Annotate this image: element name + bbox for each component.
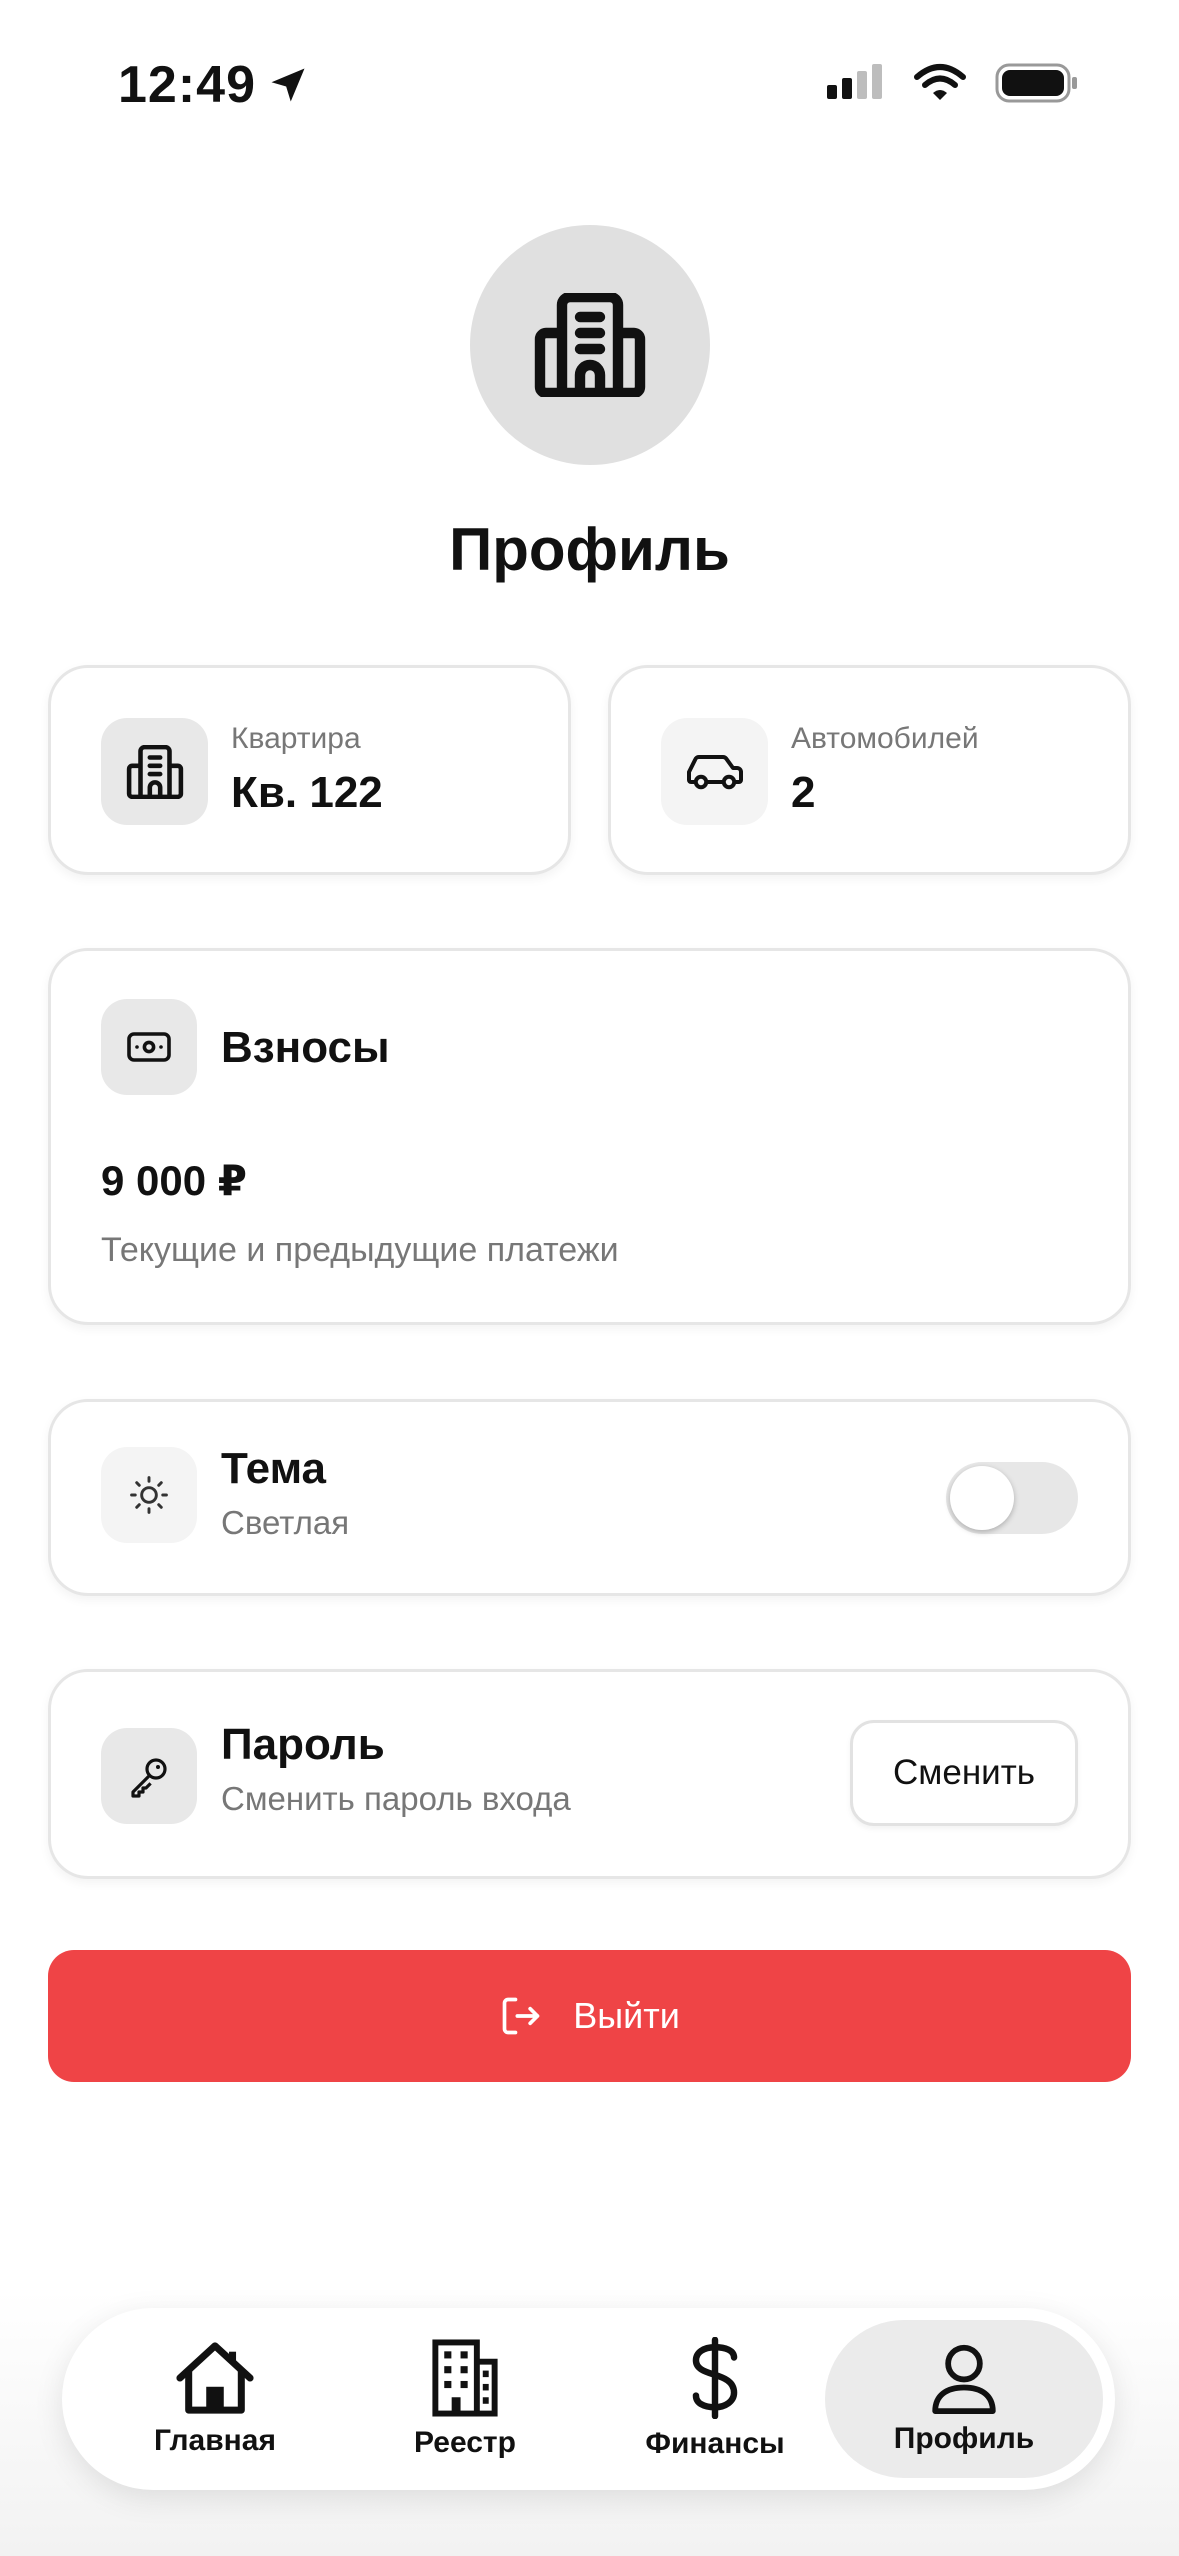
- theme-toggle-knob: [950, 1466, 1014, 1530]
- tab-home-label: Главная: [153, 2424, 276, 2457]
- theme-icon-box: [101, 1447, 197, 1543]
- building-icon: [432, 2339, 498, 2417]
- cars-value: 2: [791, 768, 816, 817]
- banknote-icon: [127, 1032, 171, 1062]
- home-icon: [176, 2342, 254, 2414]
- status-bar-icons: [825, 62, 1079, 104]
- wifi-icon: [914, 64, 966, 100]
- tab-profile-label: Профиль: [893, 2422, 1035, 2455]
- battery-icon: [995, 63, 1077, 103]
- cellular-signal-icon: [827, 64, 882, 99]
- tab-finance[interactable]: Финансы: [600, 2320, 830, 2478]
- cars-card[interactable]: Автомобилей 2: [608, 665, 1131, 875]
- key-icon: [131, 1758, 167, 1798]
- location-arrow-icon: [271, 68, 305, 102]
- fees-title: Взносы: [221, 1023, 390, 1072]
- tab-bar: Главная Реестр Финансы Профиль: [62, 2308, 1115, 2490]
- password-card: Пароль Сменить пароль входа Сменить: [48, 1669, 1131, 1879]
- logout-label: Выйти: [573, 1995, 680, 2036]
- status-time-text: 12:49: [118, 56, 256, 114]
- status-bar-time: 12:49: [118, 55, 310, 115]
- page-title: Профиль: [449, 516, 730, 583]
- apartment-card[interactable]: Квартира Кв. 122: [48, 665, 571, 875]
- fees-icon-box: [101, 999, 197, 1095]
- fees-amount: 9 000 ₽: [101, 1157, 247, 1204]
- password-title: Пароль: [221, 1720, 385, 1769]
- cars-icon-box: [661, 718, 768, 825]
- change-password-button[interactable]: Сменить: [850, 1720, 1078, 1826]
- building-icon: [126, 744, 183, 799]
- building-icon: [534, 293, 646, 397]
- logout-button[interactable]: Выйти: [48, 1950, 1131, 2082]
- dollar-icon: [692, 2337, 738, 2419]
- apartment-icon-box: [101, 718, 208, 825]
- apartment-label: Квартира: [231, 722, 361, 755]
- theme-title: Тема: [221, 1444, 327, 1493]
- profile-screen: 12:49 Профиль Квартира Кв. 122 Автомобил…: [0, 0, 1179, 2556]
- tab-profile[interactable]: Профиль: [825, 2320, 1103, 2478]
- car-icon: [686, 754, 743, 789]
- sun-icon: [130, 1476, 168, 1514]
- fees-card[interactable]: Взносы 9 000 ₽ Текущие и предыдущие плат…: [48, 948, 1131, 1325]
- password-icon-box: [101, 1728, 197, 1824]
- apartment-value: Кв. 122: [231, 768, 383, 817]
- tab-registry[interactable]: Реестр: [350, 2320, 580, 2478]
- logout-icon: [502, 1997, 540, 2035]
- password-subtitle: Сменить пароль входа: [221, 1780, 571, 1817]
- cars-label: Автомобилей: [791, 722, 979, 755]
- theme-card: Тема Светлая: [48, 1399, 1131, 1596]
- tab-finance-label: Финансы: [645, 2427, 785, 2460]
- profile-avatar: [470, 225, 710, 465]
- user-icon: [932, 2344, 996, 2414]
- fees-subtitle: Текущие и предыдущие платежи: [101, 1231, 619, 1269]
- theme-value: Светлая: [221, 1504, 350, 1541]
- theme-toggle[interactable]: [946, 1462, 1078, 1534]
- tab-home[interactable]: Главная: [100, 2320, 330, 2478]
- tab-registry-label: Реестр: [414, 2426, 516, 2459]
